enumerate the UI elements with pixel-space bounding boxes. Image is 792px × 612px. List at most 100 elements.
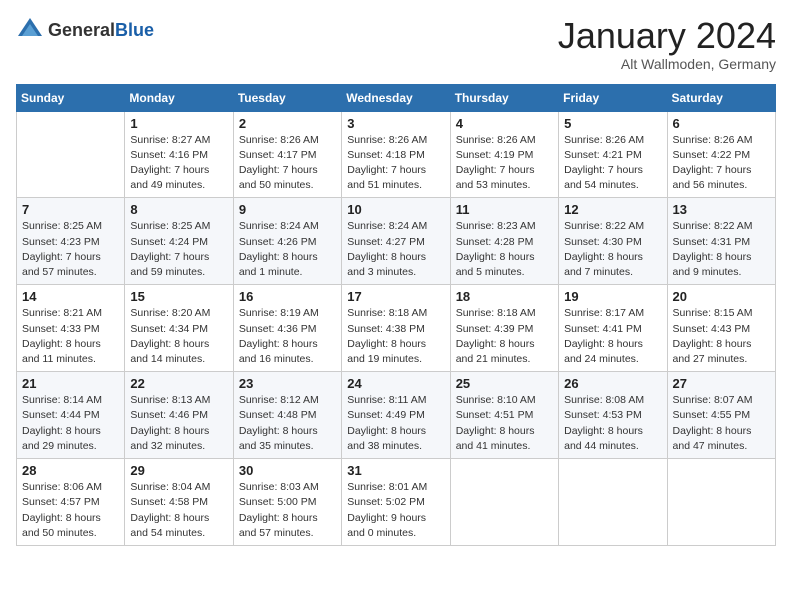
day-info: Sunrise: 8:22 AMSunset: 4:31 PMDaylight:… xyxy=(673,219,770,280)
logo: GeneralBlue xyxy=(16,16,154,44)
day-of-week-header: Wednesday xyxy=(342,84,450,111)
calendar-week-row: 21Sunrise: 8:14 AMSunset: 4:44 PMDayligh… xyxy=(17,372,776,459)
day-number: 5 xyxy=(564,116,661,131)
calendar-cell: 20Sunrise: 8:15 AMSunset: 4:43 PMDayligh… xyxy=(667,285,775,372)
day-of-week-header: Monday xyxy=(125,84,233,111)
calendar-cell: 9 Sunrise: 8:24 AMSunset: 4:26 PMDaylight… xyxy=(233,198,341,285)
day-number: 6 xyxy=(673,116,770,131)
day-info: Sunrise: 8:20 AMSunset: 4:34 PMDaylight:… xyxy=(130,306,227,367)
calendar-cell: 3 Sunrise: 8:26 AMSunset: 4:18 PMDaylight… xyxy=(342,111,450,198)
day-number: 3 xyxy=(347,116,444,131)
calendar-cell: 26Sunrise: 8:08 AMSunset: 4:53 PMDayligh… xyxy=(559,372,667,459)
calendar-cell: 28 Sunrise: 8:06 AMSunset: 4:57 PMDayligh… xyxy=(17,459,125,546)
calendar-cell xyxy=(450,459,558,546)
calendar-cell: 17 Sunrise: 8:18 AMSunset: 4:38 PMDayligh… xyxy=(342,285,450,372)
day-number: 17 xyxy=(347,289,444,304)
calendar-cell: 13 Sunrise: 8:22 AMSunset: 4:31 PMDayligh… xyxy=(667,198,775,285)
calendar-cell xyxy=(17,111,125,198)
day-info: Sunrise: 8:26 AMSunset: 4:22 PMDaylight:… xyxy=(673,133,770,194)
logo-icon xyxy=(16,16,44,44)
day-number: 9 xyxy=(239,202,336,217)
day-info: Sunrise: 8:01 AMSunset: 5:02 PMDaylight:… xyxy=(347,480,444,541)
day-info: Sunrise: 8:26 AMSunset: 4:18 PMDaylight:… xyxy=(347,133,444,194)
day-info: Sunrise: 8:22 AMSunset: 4:30 PMDaylight:… xyxy=(564,219,661,280)
calendar-cell: 10 Sunrise: 8:24 AMSunset: 4:27 PMDayligh… xyxy=(342,198,450,285)
calendar-cell: 18 Sunrise: 8:18 AMSunset: 4:39 PMDayligh… xyxy=(450,285,558,372)
day-number: 12 xyxy=(564,202,661,217)
calendar-cell: 24 Sunrise: 8:11 AMSunset: 4:49 PMDayligh… xyxy=(342,372,450,459)
day-number: 23 xyxy=(239,376,336,391)
calendar-cell: 11 Sunrise: 8:23 AMSunset: 4:28 PMDayligh… xyxy=(450,198,558,285)
day-info: Sunrise: 8:21 AMSunset: 4:33 PMDaylight:… xyxy=(22,306,119,367)
day-number: 24 xyxy=(347,376,444,391)
day-info: Sunrise: 8:18 AMSunset: 4:39 PMDaylight:… xyxy=(456,306,553,367)
calendar-cell: 19 Sunrise: 8:17 AMSunset: 4:41 PMDayligh… xyxy=(559,285,667,372)
day-info: Sunrise: 8:25 AMSunset: 4:24 PMDaylight:… xyxy=(130,219,227,280)
page-header: GeneralBlue January 2024 Alt Wallmoden, … xyxy=(16,16,776,72)
day-info: Sunrise: 8:24 AMSunset: 4:27 PMDaylight:… xyxy=(347,219,444,280)
calendar-cell: 29 Sunrise: 8:04 AMSunset: 4:58 PMDayligh… xyxy=(125,459,233,546)
calendar-cell: 6 Sunrise: 8:26 AMSunset: 4:22 PMDaylight… xyxy=(667,111,775,198)
day-info: Sunrise: 8:18 AMSunset: 4:38 PMDaylight:… xyxy=(347,306,444,367)
day-of-week-header: Sunday xyxy=(17,84,125,111)
calendar-cell: 4 Sunrise: 8:26 AMSunset: 4:19 PMDaylight… xyxy=(450,111,558,198)
day-info: Sunrise: 8:26 AMSunset: 4:19 PMDaylight:… xyxy=(456,133,553,194)
calendar-week-row: 28 Sunrise: 8:06 AMSunset: 4:57 PMDayligh… xyxy=(17,459,776,546)
day-info: Sunrise: 8:07 AMSunset: 4:55 PMDaylight:… xyxy=(673,393,770,454)
day-number: 28 xyxy=(22,463,119,478)
day-info: Sunrise: 8:24 AMSunset: 4:26 PMDaylight:… xyxy=(239,219,336,280)
day-number: 31 xyxy=(347,463,444,478)
calendar-cell: 14 Sunrise: 8:21 AMSunset: 4:33 PMDayligh… xyxy=(17,285,125,372)
day-of-week-header: Saturday xyxy=(667,84,775,111)
calendar-cell: 15 Sunrise: 8:20 AMSunset: 4:34 PMDayligh… xyxy=(125,285,233,372)
day-number: 20 xyxy=(673,289,770,304)
day-number: 1 xyxy=(130,116,227,131)
day-number: 30 xyxy=(239,463,336,478)
calendar-cell xyxy=(559,459,667,546)
logo-text-blue: Blue xyxy=(115,20,154,40)
day-info: Sunrise: 8:26 AMSunset: 4:17 PMDaylight:… xyxy=(239,133,336,194)
day-info: Sunrise: 8:13 AMSunset: 4:46 PMDaylight:… xyxy=(130,393,227,454)
day-number: 21 xyxy=(22,376,119,391)
day-number: 8 xyxy=(130,202,227,217)
day-info: Sunrise: 8:11 AMSunset: 4:49 PMDaylight:… xyxy=(347,393,444,454)
location: Alt Wallmoden, Germany xyxy=(558,56,776,72)
calendar-cell: 16Sunrise: 8:19 AMSunset: 4:36 PMDayligh… xyxy=(233,285,341,372)
day-number: 11 xyxy=(456,202,553,217)
day-info: Sunrise: 8:06 AMSunset: 4:57 PMDaylight:… xyxy=(22,480,119,541)
day-number: 15 xyxy=(130,289,227,304)
calendar-cell: 25Sunrise: 8:10 AMSunset: 4:51 PMDayligh… xyxy=(450,372,558,459)
day-info: Sunrise: 8:17 AMSunset: 4:41 PMDaylight:… xyxy=(564,306,661,367)
calendar-cell: 27 Sunrise: 8:07 AMSunset: 4:55 PMDayligh… xyxy=(667,372,775,459)
calendar-cell: 1Sunrise: 8:27 AMSunset: 4:16 PMDaylight… xyxy=(125,111,233,198)
calendar-week-row: 7Sunrise: 8:25 AMSunset: 4:23 PMDaylight… xyxy=(17,198,776,285)
day-number: 14 xyxy=(22,289,119,304)
day-info: Sunrise: 8:26 AMSunset: 4:21 PMDaylight:… xyxy=(564,133,661,194)
day-number: 4 xyxy=(456,116,553,131)
calendar-cell: 22 Sunrise: 8:13 AMSunset: 4:46 PMDayligh… xyxy=(125,372,233,459)
day-info: Sunrise: 8:23 AMSunset: 4:28 PMDaylight:… xyxy=(456,219,553,280)
calendar-cell: 31 Sunrise: 8:01 AMSunset: 5:02 PMDayligh… xyxy=(342,459,450,546)
day-number: 22 xyxy=(130,376,227,391)
day-number: 13 xyxy=(673,202,770,217)
day-number: 26 xyxy=(564,376,661,391)
title-block: January 2024 Alt Wallmoden, Germany xyxy=(558,16,776,72)
day-number: 10 xyxy=(347,202,444,217)
calendar-cell: 2Sunrise: 8:26 AMSunset: 4:17 PMDaylight… xyxy=(233,111,341,198)
calendar-header-row: SundayMondayTuesdayWednesdayThursdayFrid… xyxy=(17,84,776,111)
day-info: Sunrise: 8:04 AMSunset: 4:58 PMDaylight:… xyxy=(130,480,227,541)
day-number: 27 xyxy=(673,376,770,391)
day-number: 19 xyxy=(564,289,661,304)
day-info: Sunrise: 8:10 AMSunset: 4:51 PMDaylight:… xyxy=(456,393,553,454)
day-number: 16 xyxy=(239,289,336,304)
day-info: Sunrise: 8:25 AMSunset: 4:23 PMDaylight:… xyxy=(22,219,119,280)
calendar-cell xyxy=(667,459,775,546)
day-of-week-header: Friday xyxy=(559,84,667,111)
month-title: January 2024 xyxy=(558,16,776,56)
calendar-cell: 23 Sunrise: 8:12 AMSunset: 4:48 PMDayligh… xyxy=(233,372,341,459)
calendar-week-row: 1Sunrise: 8:27 AMSunset: 4:16 PMDaylight… xyxy=(17,111,776,198)
day-info: Sunrise: 8:12 AMSunset: 4:48 PMDaylight:… xyxy=(239,393,336,454)
day-number: 18 xyxy=(456,289,553,304)
day-of-week-header: Thursday xyxy=(450,84,558,111)
day-number: 29 xyxy=(130,463,227,478)
